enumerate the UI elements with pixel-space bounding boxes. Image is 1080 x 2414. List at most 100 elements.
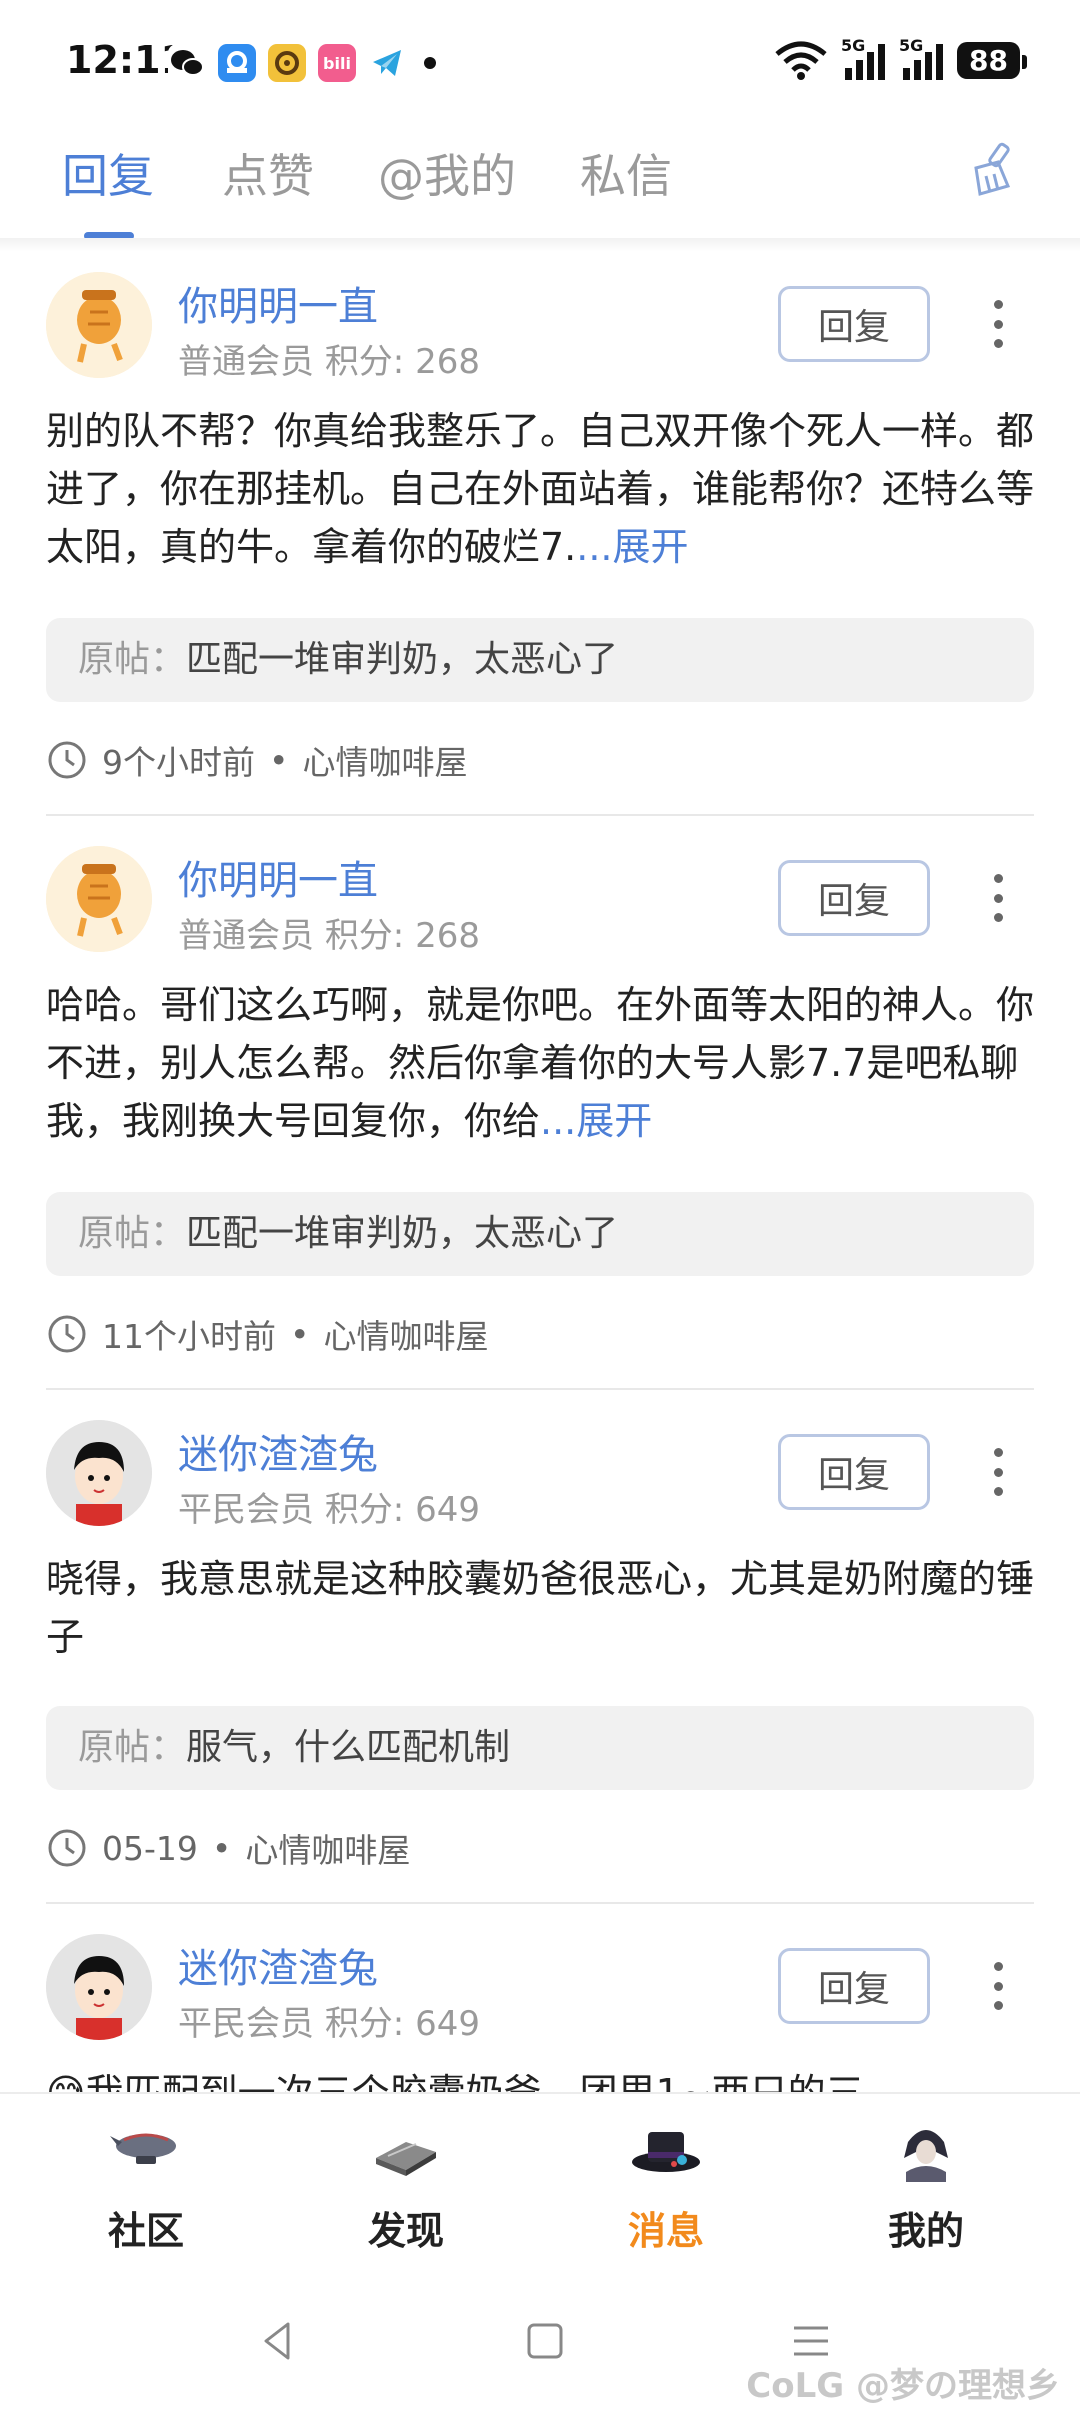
divider [46, 814, 1034, 816]
reply-meta: 05-19 • 心情咖啡屋 [46, 1824, 410, 1872]
messages-hat-icon [632, 2132, 700, 2172]
clock-icon [48, 741, 86, 779]
original-post-quote[interactable]: 原帖：匹配一堆审判奶，太恶心了 [46, 618, 1034, 702]
separator-dot: • [269, 740, 289, 780]
reply-button[interactable]: 回复 [778, 1434, 930, 1510]
avatar[interactable] [46, 272, 152, 378]
reply-button[interactable]: 回复 [778, 1948, 930, 2024]
tab-likes[interactable]: 点赞 [222, 140, 314, 206]
signal-1-label: 5G [841, 36, 866, 55]
system-navigation-bar: CoLG @梦の理想乡 [0, 2272, 1080, 2414]
watermark: CoLG @梦の理想乡 [746, 2366, 1060, 2406]
nav-discover-label: 发现 [367, 2209, 444, 2253]
bottom-navigation: 社区 发现 消息 我的 [0, 2092, 1080, 2272]
quote-text: 匹配一堆审判奶，太恶心了 [186, 639, 619, 680]
board-name[interactable]: 心情咖啡屋 [245, 1824, 410, 1872]
tab-private-messages[interactable]: 私信 [580, 140, 672, 206]
board-name[interactable]: 心情咖啡屋 [323, 1310, 488, 1358]
status-app-icons: bili [168, 44, 436, 82]
original-post-quote[interactable]: 原帖：服气，什么匹配机制 [46, 1706, 1034, 1790]
user-points: 积分: 649 [324, 1490, 480, 1530]
bilibili-icon: bili [318, 44, 356, 82]
username[interactable]: 迷你渣渣兔 [178, 1936, 378, 1994]
user-meta: 普通会员 积分: 268 [178, 908, 480, 957]
separator-dot: • [290, 1314, 310, 1354]
user-points: 积分: 268 [324, 342, 480, 382]
home-icon[interactable] [520, 2316, 570, 2366]
quote-label: 原帖： [78, 639, 187, 680]
expand-link[interactable]: ...展开 [576, 525, 688, 569]
tab-mentions[interactable]: @我的 [378, 140, 516, 206]
reply-meta: 11个小时前 • 心情咖啡屋 [46, 1310, 488, 1358]
separator-dot: • [211, 1828, 232, 1868]
wifi-icon [775, 41, 827, 80]
username[interactable]: 你明明一直 [178, 274, 378, 332]
quote-label: 原帖： [78, 1213, 187, 1254]
user-meta: 普通会员 积分: 268 [178, 334, 480, 383]
nav-discover[interactable]: 发现 [306, 2112, 506, 2255]
clock-icon [48, 1315, 86, 1353]
signal-2-icon: 5G [899, 36, 944, 80]
battery-indicator: 88 [957, 41, 1027, 79]
notification-dot [424, 57, 436, 69]
nav-messages[interactable]: 消息 [566, 2112, 766, 2255]
more-options-icon[interactable] [988, 1962, 1008, 2010]
board-name[interactable]: 心情咖啡屋 [302, 736, 467, 784]
reply-time: 05-19 [102, 1828, 198, 1868]
profile-character-icon [904, 2130, 948, 2182]
more-options-icon[interactable] [988, 874, 1008, 922]
reply-content[interactable]: 别的队不帮？你真给我整乐了。自己双开像个死人一样。都进了，你在那挂机。自己在外面… [46, 402, 1036, 576]
avatar[interactable] [46, 1934, 152, 2040]
avatar[interactable] [46, 846, 152, 952]
tab-reply[interactable]: 回复 [62, 140, 154, 206]
member-level: 平民会员 [178, 2004, 314, 2044]
tab-divider [0, 238, 1080, 252]
app-icon [268, 44, 306, 82]
user-meta: 平民会员 积分: 649 [178, 1996, 480, 2045]
message-tabs: 回复 点赞 @我的 私信 [0, 140, 1080, 240]
member-level: 平民会员 [178, 1490, 314, 1530]
reply-text: 别的队不帮？你真给我整乐了。自己双开像个死人一样。都进了，你在那挂机。自己在外面… [46, 409, 1035, 569]
more-options-icon[interactable] [988, 300, 1008, 348]
discover-book-icon [376, 2142, 436, 2176]
nav-profile-label: 我的 [887, 2209, 964, 2253]
clock-icon [48, 1829, 86, 1867]
quote-text: 匹配一堆审判奶，太恶心了 [186, 1213, 619, 1254]
reply-list[interactable]: 你明明一直 普通会员 积分: 268 回复 别的队不帮？你真给我整乐了。自己双开… [0, 252, 1080, 2092]
reply-button[interactable]: 回复 [778, 286, 930, 362]
nav-community-label: 社区 [107, 2209, 184, 2253]
quote-label: 原帖： [78, 1727, 187, 1768]
member-level: 普通会员 [178, 342, 314, 382]
reply-time: 11个小时前 [102, 1317, 276, 1356]
user-points: 积分: 649 [324, 2004, 480, 2044]
username[interactable]: 迷你渣渣兔 [178, 1422, 378, 1480]
user-meta: 平民会员 积分: 649 [178, 1482, 480, 1531]
wechat-icon [168, 44, 206, 82]
signal-1-icon: 5G [841, 36, 886, 80]
community-airship-icon [110, 2133, 176, 2164]
reply-content[interactable]: 晓得，我意思就是这种胶囊奶爸很恶心，尤其是奶附魔的锤子 [46, 1550, 1036, 1666]
expand-link[interactable]: ...展开 [540, 1099, 652, 1143]
username[interactable]: 你明明一直 [178, 848, 378, 906]
reply-meta: 9个小时前 • 心情咖啡屋 [46, 736, 467, 784]
original-post-quote[interactable]: 原帖：匹配一堆审判奶，太恶心了 [46, 1192, 1034, 1276]
nav-messages-label: 消息 [627, 2209, 704, 2253]
member-level: 普通会员 [178, 916, 314, 956]
baidu-netdisk-icon [218, 44, 256, 82]
divider [46, 1902, 1034, 1904]
status-indicators: 5G 5G 88 [775, 36, 1027, 80]
more-options-icon[interactable] [988, 1448, 1008, 1496]
reply-text[interactable]: 😅我匹配到一次三个胶囊奶爸，团里1~两只的三 [46, 2064, 864, 2092]
user-points: 积分: 268 [324, 916, 480, 956]
nav-profile[interactable]: 我的 [826, 2112, 1026, 2255]
reply-button[interactable]: 回复 [778, 860, 930, 936]
nav-community[interactable]: 社区 [46, 2112, 246, 2255]
signal-2-label: 5G [899, 36, 924, 55]
broom-icon[interactable] [964, 140, 1024, 200]
reply-content[interactable]: 哈哈。哥们这么巧啊，就是你吧。在外面等太阳的神人。你不进，别人怎么帮。然后你拿着… [46, 976, 1036, 1150]
divider [46, 1388, 1034, 1390]
avatar[interactable] [46, 1420, 152, 1526]
telegram-icon [368, 44, 406, 82]
back-icon[interactable] [254, 2316, 304, 2366]
quote-text: 服气，什么匹配机制 [186, 1727, 511, 1768]
